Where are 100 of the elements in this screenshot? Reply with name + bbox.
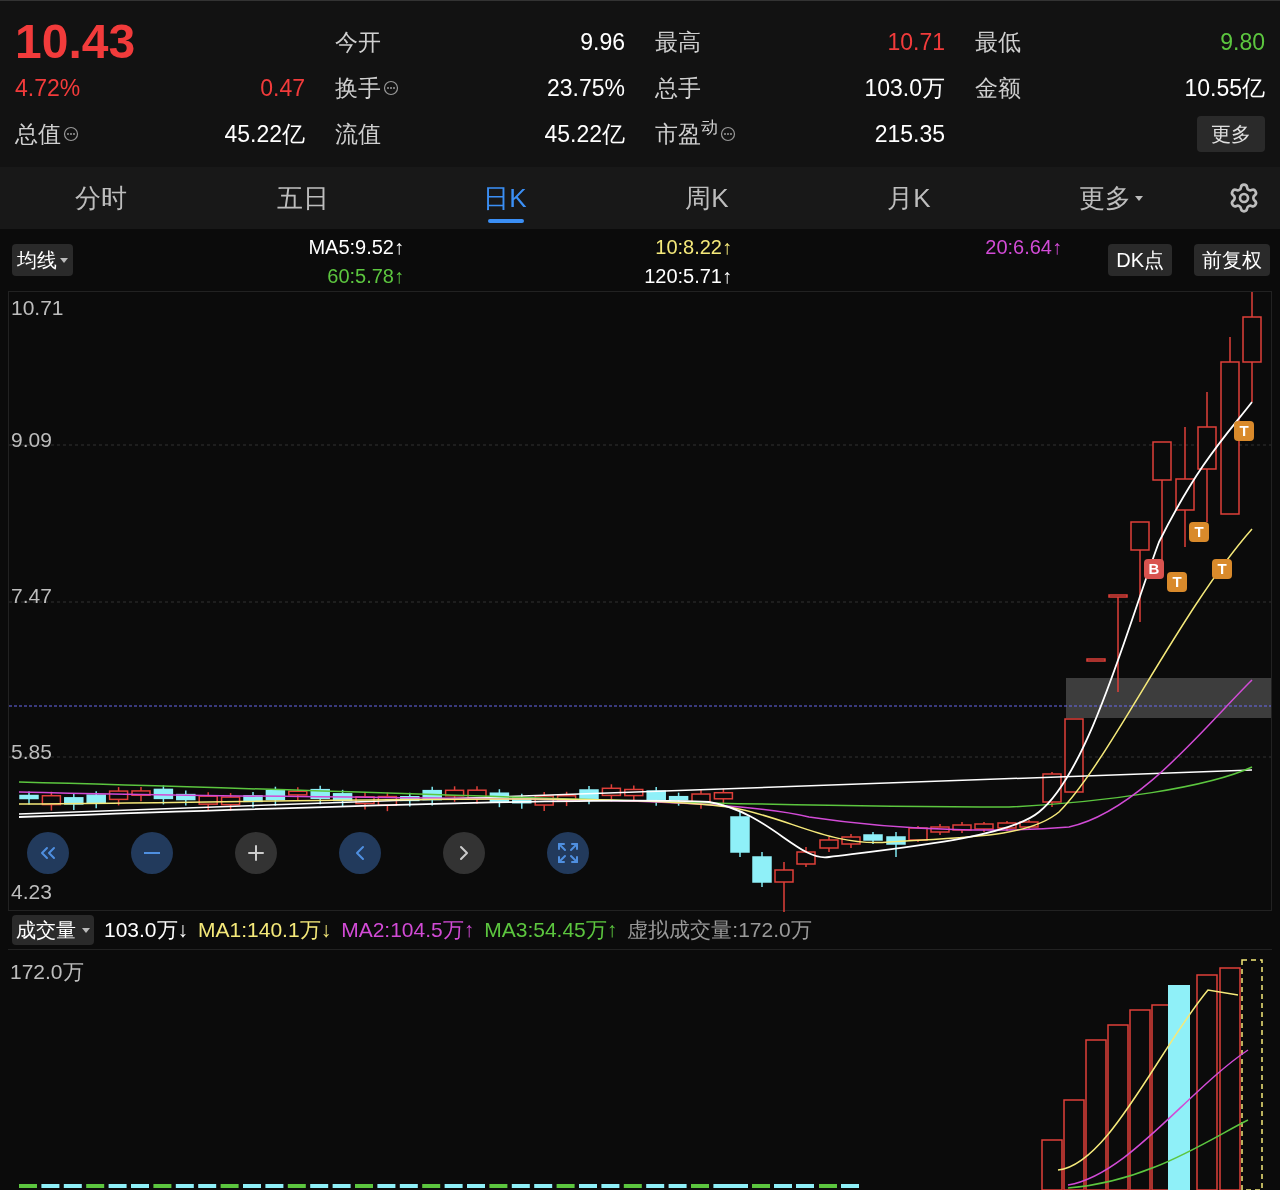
- candlestick: [556, 791, 577, 807]
- indicator-dropdown[interactable]: 均线: [12, 244, 73, 276]
- volume-bar: [153, 1184, 172, 1188]
- period-tab[interactable]: 分时: [0, 167, 202, 229]
- candlestick: [668, 791, 689, 807]
- volume-bar: [198, 1184, 217, 1188]
- candlestick: [310, 784, 330, 805]
- period-tab[interactable]: 月K: [808, 167, 1010, 229]
- volume-value: 虚拟成交量:172.0万: [627, 917, 812, 944]
- volume-bar: [841, 1184, 859, 1188]
- candlestick: [886, 831, 906, 858]
- candlestick: [41, 791, 62, 812]
- volume-bar: [422, 1184, 441, 1188]
- volume-value: MA2:104.5万↑: [341, 917, 475, 944]
- trade-marker: T: [1234, 421, 1254, 441]
- volume-bar: [19, 1184, 37, 1188]
- period-tab[interactable]: 日K: [404, 167, 606, 229]
- stat-label: 流值: [335, 119, 381, 149]
- ma-value: 20:6.64↑: [985, 235, 1062, 260]
- ma-value: 10:8.22↑: [655, 235, 732, 260]
- minus-icon: [144, 852, 160, 854]
- candlestick: [444, 785, 465, 803]
- candlestick: [997, 820, 1017, 832]
- candlestick: [288, 786, 308, 802]
- more-button[interactable]: 更多: [1197, 116, 1265, 152]
- info-icon[interactable]: [383, 80, 399, 96]
- candlestick: [863, 831, 883, 845]
- price-axis-label: 10.71: [11, 295, 64, 321]
- period-tab[interactable]: 更多: [1010, 167, 1212, 229]
- fullscreen-button[interactable]: [547, 832, 589, 874]
- volume-bar: [691, 1184, 709, 1188]
- stat-value: 9.80: [1220, 27, 1265, 57]
- trade-marker: T: [1189, 522, 1209, 542]
- volume-bar: [175, 1184, 194, 1188]
- candlestick: [220, 792, 241, 812]
- stat-value: 45.22亿: [544, 119, 625, 149]
- info-icon[interactable]: [63, 126, 79, 142]
- candlestick: [930, 823, 950, 836]
- scroll-start-button[interactable]: [27, 832, 69, 874]
- price-axis-label: 7.47: [11, 583, 52, 609]
- candlestick: [819, 836, 839, 853]
- change-amount: 0.47: [260, 73, 305, 103]
- caret-icon: [60, 257, 68, 263]
- zoom-in-button[interactable]: [235, 832, 277, 874]
- volume-bar: [108, 1184, 127, 1188]
- candlestick: [974, 821, 994, 833]
- chart-option-button[interactable]: 前复权: [1194, 244, 1270, 276]
- price-axis-label: 5.85: [11, 739, 52, 765]
- volume-axis-label: 172.0万: [10, 959, 84, 985]
- stat-label: 换手: [335, 73, 381, 103]
- stat-label: 总手: [655, 73, 701, 103]
- candlestick: [1019, 819, 1039, 831]
- stat-label: 最高: [655, 27, 701, 57]
- period-tab[interactable]: 五日: [202, 167, 404, 229]
- volume-value: 103.0万↓: [104, 917, 189, 944]
- stat-value: 9.96: [580, 27, 625, 57]
- volume-bar: [489, 1184, 508, 1188]
- volume-bar: [399, 1184, 418, 1188]
- volume-bar: [668, 1184, 687, 1188]
- candlestick: [534, 791, 554, 812]
- volume-bar: [265, 1184, 284, 1188]
- volume-bar: [377, 1184, 396, 1188]
- candlestick: [730, 811, 750, 858]
- volume-bar: [579, 1184, 597, 1188]
- candlestick: [841, 833, 861, 849]
- stat-value: 215.35: [874, 119, 945, 149]
- candlestick: [1086, 658, 1106, 662]
- candlestick: [908, 825, 928, 843]
- volume-dropdown[interactable]: 成交量: [12, 915, 94, 945]
- candlestick: [467, 785, 487, 805]
- candlestick: [512, 793, 532, 810]
- stat-value: 103.0万: [864, 73, 945, 103]
- settings-icon[interactable]: [1228, 182, 1260, 214]
- chart-option-button[interactable]: DK点: [1108, 244, 1172, 276]
- stat-label: 今开: [335, 27, 381, 57]
- caret-icon: [82, 927, 90, 933]
- stat-value: 23.75%: [547, 73, 625, 103]
- stat-label: 总值: [15, 119, 61, 149]
- volume-bar: [131, 1184, 149, 1188]
- candlestick: [198, 791, 218, 811]
- volume-bar: [467, 1184, 485, 1188]
- scroll-right-button[interactable]: [443, 832, 485, 874]
- period-tab[interactable]: 周K: [606, 167, 808, 229]
- volume-bar: [556, 1184, 575, 1188]
- candlestick: [265, 785, 286, 807]
- info-icon[interactable]: [720, 126, 736, 142]
- volume-bar: [511, 1184, 530, 1188]
- volume-bar: [774, 1184, 792, 1188]
- trade-marker: B: [1144, 559, 1164, 579]
- candlestick: [422, 785, 442, 807]
- candlestick: [1042, 771, 1062, 808]
- volume-bar: [41, 1184, 60, 1188]
- volume-bar: [534, 1184, 553, 1188]
- volume-bar: [332, 1184, 351, 1188]
- volume-value: MA3:54.45万↑: [484, 917, 618, 944]
- ma-value: 60:5.78↑: [327, 264, 404, 289]
- candlestick: [332, 789, 353, 808]
- volume-bar: [287, 1184, 306, 1188]
- scroll-left-button[interactable]: [339, 832, 381, 874]
- stat-label: 最低: [975, 27, 1021, 57]
